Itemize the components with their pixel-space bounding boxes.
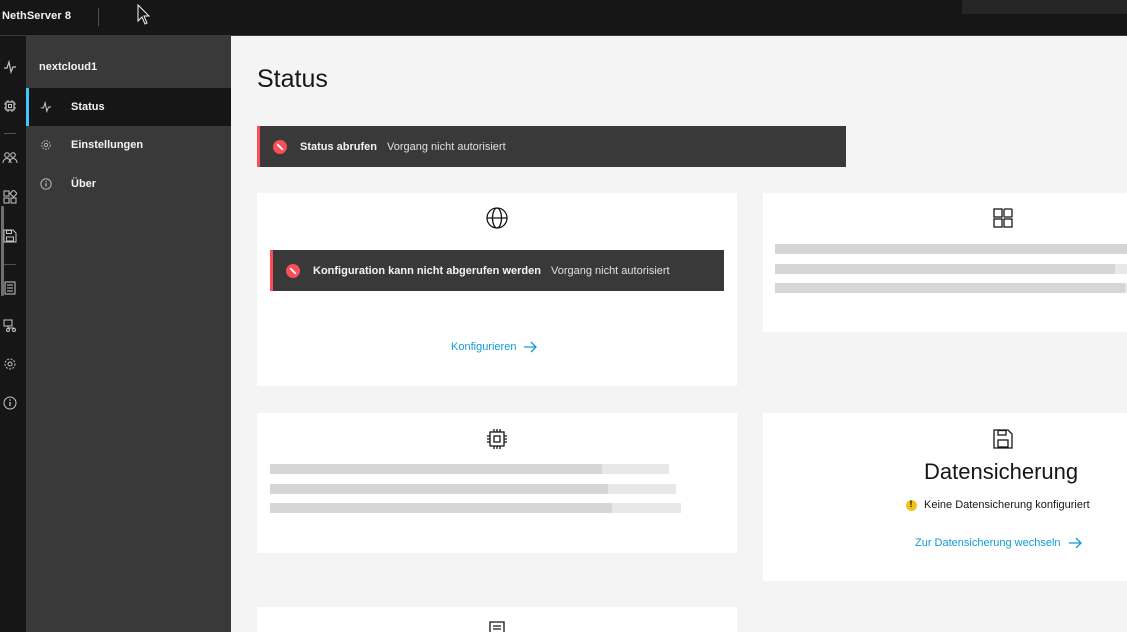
apps-icon (993, 208, 1013, 228)
link-label: Konfigurieren (451, 341, 517, 353)
globe-icon (486, 207, 508, 229)
save-icon[interactable] (2, 228, 18, 244)
rail-separator (4, 133, 16, 134)
arrow-right-icon (1068, 537, 1082, 549)
error-icon (286, 263, 300, 278)
app-instance-name: nextcloud1 (39, 61, 98, 73)
go-to-backup-link[interactable]: Zur Datensicherung wechseln (915, 537, 1083, 549)
backup-warning: Keine Datensicherung konfiguriert (906, 499, 1090, 511)
apps-card (763, 193, 1127, 332)
mouse-cursor-icon (137, 4, 151, 25)
backup-title: Datensicherung (924, 459, 1079, 484)
link-label: Zur Datensicherung wechseln (915, 537, 1061, 549)
skeleton-line (775, 264, 1127, 274)
notification-title: Konfiguration kann nicht abgerufen werde… (313, 264, 541, 277)
activity-icon (38, 99, 54, 115)
chip-icon (487, 429, 507, 449)
info-icon[interactable] (2, 395, 18, 411)
logs-card (257, 607, 737, 632)
skeleton-line (270, 503, 681, 513)
sidebar-item-status[interactable]: Status (26, 88, 231, 126)
error-icon (273, 139, 287, 154)
product-name[interactable]: NethServer 8 (2, 10, 71, 22)
header-search-field[interactable] (962, 0, 1127, 14)
apps-icon[interactable] (2, 189, 18, 205)
sidebar-item-einstellungen[interactable]: Einstellungen (26, 126, 231, 164)
sidebar-item-label: Einstellungen (71, 139, 144, 151)
header-divider (98, 8, 99, 26)
config-error-notification: Konfiguration kann nicht abgerufen werde… (270, 250, 724, 291)
gear-icon[interactable] (2, 356, 18, 372)
skeleton-line (775, 283, 1127, 293)
backup-card: Datensicherung Keine Datensicherung konf… (763, 413, 1127, 581)
skeleton-line (270, 464, 669, 474)
arrow-right-icon (524, 341, 538, 353)
activity-icon[interactable] (2, 59, 18, 75)
node-card (257, 413, 737, 553)
info-icon (38, 176, 54, 192)
notification-subtitle: Vorgang nicht autorisiert (550, 264, 670, 277)
logs-icon (489, 621, 505, 632)
warning-icon (906, 499, 917, 511)
chip-icon[interactable] (2, 98, 18, 114)
sidebar-item-label: Über (71, 178, 97, 190)
top-header: NethServer 8 (0, 0, 1127, 36)
page-title: Status (257, 65, 328, 93)
main-content: Status Status abrufen Vorgang nicht auto… (231, 36, 1127, 632)
left-rail (0, 36, 26, 632)
warning-text: Keine Datensicherung konfiguriert (924, 499, 1090, 511)
save-icon (993, 429, 1013, 449)
sidebar-item-ueber[interactable]: Über (26, 165, 231, 203)
gear-icon (38, 137, 54, 153)
status-error-notification: Status abrufen Vorgang nicht autorisiert (257, 126, 846, 167)
notification-title: Status abrufen (300, 140, 378, 153)
logs-icon[interactable] (2, 280, 18, 296)
config-card: Konfiguration kann nicht abgerufen werde… (257, 193, 737, 386)
skeleton-line (270, 484, 676, 494)
notification-subtitle: Vorgang nicht autorisiert (387, 140, 506, 153)
users-icon[interactable] (2, 150, 18, 166)
network-icon[interactable] (2, 318, 18, 334)
configure-link[interactable]: Konfigurieren (451, 341, 538, 353)
skeleton-line (775, 244, 1127, 254)
sidebar-item-label: Status (71, 101, 105, 113)
app-side-nav: nextcloud1 Status Einstellungen Über (26, 36, 231, 632)
rail-separator (4, 264, 16, 265)
